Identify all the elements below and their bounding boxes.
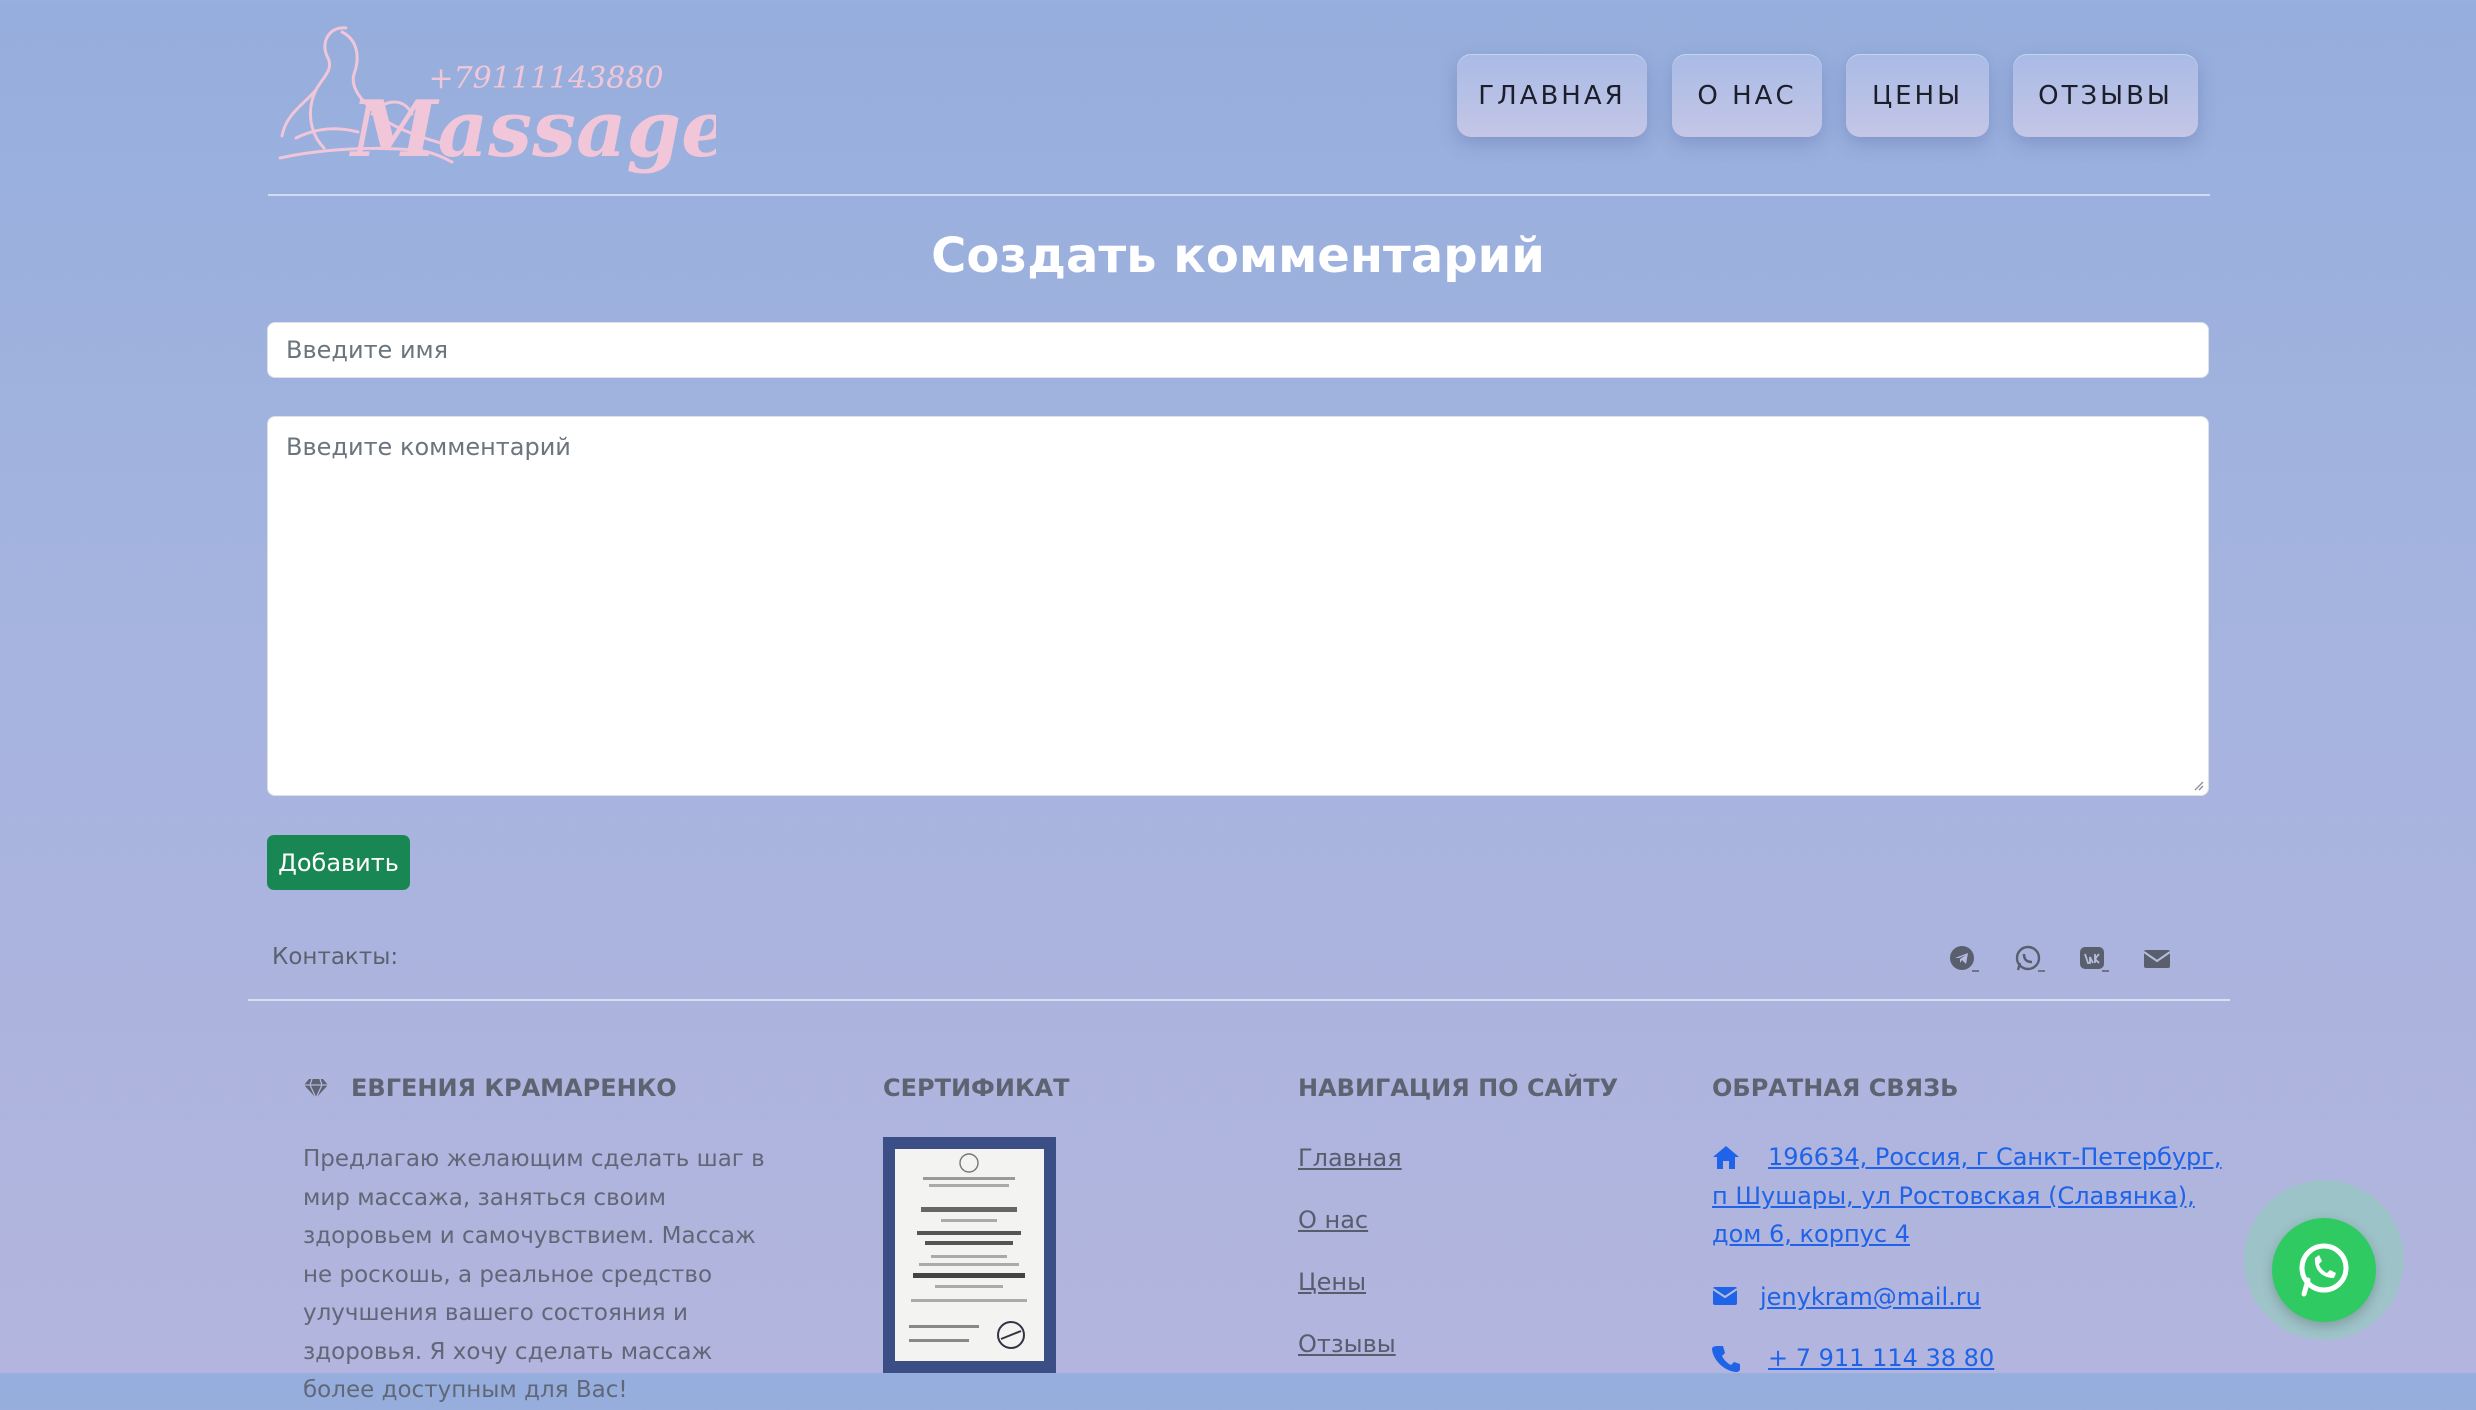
vk-icon[interactable] xyxy=(2078,944,2110,974)
certificate-heading: СЕРТИФИКАТ xyxy=(883,1074,1070,1102)
nav-home-button[interactable]: ГЛАВНАЯ xyxy=(1457,54,1647,137)
nav-about-button[interactable]: О НАС xyxy=(1672,54,1822,137)
about-heading: ЕВГЕНИЯ КРАМАРЕНКО xyxy=(351,1074,677,1102)
whatsapp-icon xyxy=(2299,1243,2349,1297)
address-line-2[interactable]: п Шушары, ул Ростовская (Славянка), xyxy=(1712,1177,2195,1216)
footer-link-about[interactable]: О нас xyxy=(1298,1206,1368,1234)
site-nav-heading: НАВИГАЦИЯ ПО САЙТУ xyxy=(1298,1074,1619,1102)
about-text: Предлагаю желающим сделать шаг в мир мас… xyxy=(303,1146,765,1403)
whatsapp-icon[interactable] xyxy=(2014,944,2046,974)
massage-logo-graphic: +79111143880 Massage xyxy=(278,26,731,175)
footer-divider xyxy=(248,999,2230,1001)
certificate-document-graphic xyxy=(909,1153,1027,1349)
contacts-label: Контакты: xyxy=(272,944,399,970)
footer-link-reviews[interactable]: Отзывы xyxy=(1298,1330,1396,1358)
comment-textarea-placeholder: Введите комментарий xyxy=(286,433,571,461)
footer-link-prices[interactable]: Цены xyxy=(1298,1268,1366,1296)
nav-reviews-button[interactable]: ОТЗЫВЫ xyxy=(2013,54,2198,137)
name-input[interactable]: Введите имя xyxy=(267,322,2209,378)
address-line-3[interactable]: дом 6, корпус 4 xyxy=(1712,1215,1910,1254)
envelope-icon[interactable] xyxy=(2142,944,2174,974)
gem-icon xyxy=(304,1078,328,1100)
header-divider xyxy=(268,194,2210,196)
site-logo[interactable]: +79111143880 Massage xyxy=(276,18,731,175)
address-line-1[interactable]: 196634, Россия, г Санкт-Петербург, xyxy=(1712,1138,2222,1177)
email-link[interactable]: jenykram@mail.ru xyxy=(1712,1278,1981,1317)
phone-link[interactable]: + 7 911 114 38 80 xyxy=(1712,1339,1994,1378)
page-title: Создать комментарий xyxy=(931,228,1545,284)
comment-textarea[interactable]: Введите комментарий xyxy=(267,416,2209,796)
add-comment-button[interactable]: Добавить xyxy=(267,835,410,890)
nav-prices-button[interactable]: ЦЕНЫ xyxy=(1846,54,1989,137)
footer-link-home[interactable]: Главная xyxy=(1298,1144,1402,1172)
whatsapp-float-button[interactable] xyxy=(2244,1180,2404,1340)
feedback-heading: ОБРАТНАЯ СВЯЗЬ xyxy=(1712,1074,1959,1102)
name-input-placeholder: Введите имя xyxy=(286,336,449,364)
resize-handle-icon[interactable] xyxy=(2192,779,2204,791)
telegram-icon[interactable] xyxy=(1948,944,1980,974)
certificate-image[interactable] xyxy=(883,1137,1056,1373)
logo-wordmark: Massage xyxy=(348,84,716,174)
